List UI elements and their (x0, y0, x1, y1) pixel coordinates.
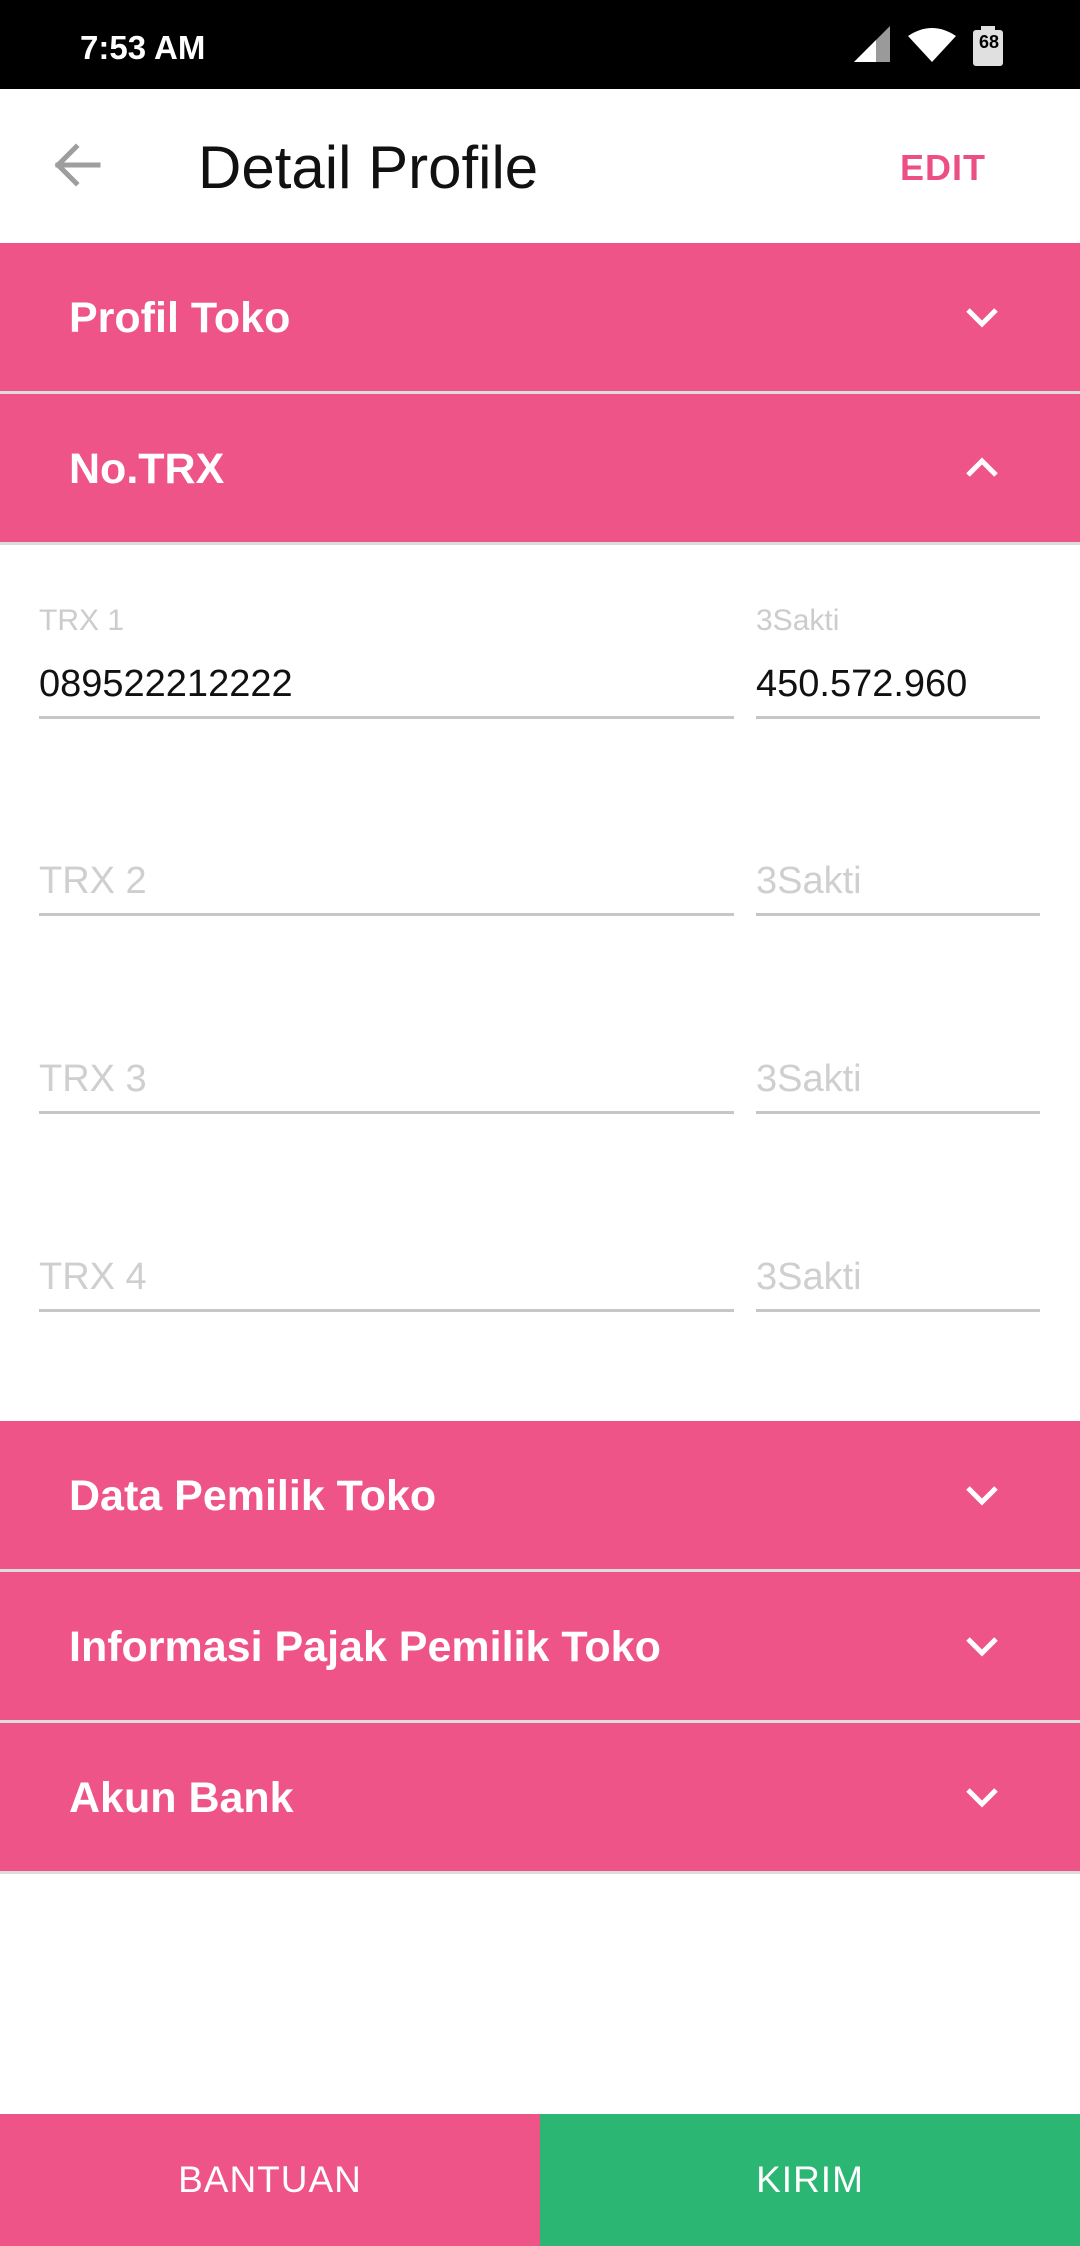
help-button[interactable]: BANTUAN (0, 2114, 540, 2246)
trx2-underline (39, 913, 734, 916)
back-button[interactable] (48, 135, 108, 195)
edit-button[interactable]: EDIT (900, 89, 986, 243)
section-data-pemilik-toko[interactable]: Data Pemilik Toko (0, 1421, 1080, 1569)
section-label: No.TRX (69, 445, 225, 493)
chevron-down-icon (966, 1486, 998, 1506)
section-label: Akun Bank (69, 1774, 294, 1822)
section-label: Informasi Pajak Pemilik Toko (69, 1623, 661, 1671)
sakti1-label: 3Sakti (756, 604, 840, 637)
trx4-field[interactable]: TRX 4 (39, 1256, 147, 1299)
wifi-icon (908, 28, 956, 62)
app-bar: Detail Profile EDIT (0, 89, 1080, 243)
sakti2-underline (756, 913, 1040, 916)
trx4-underline (39, 1309, 734, 1312)
section-label: Data Pemilik Toko (69, 1472, 437, 1520)
section-akun-bank[interactable]: Akun Bank (0, 1723, 1080, 1871)
trx1-underline (39, 716, 734, 719)
sakti4-field[interactable]: 3Sakti (756, 1256, 862, 1299)
battery-level: 68 (978, 32, 1000, 52)
sakti1-field[interactable]: 450.572.960 (756, 663, 967, 706)
arrow-left-icon (54, 143, 101, 187)
page-title: Detail Profile (198, 134, 539, 201)
trx2-field[interactable]: TRX 2 (39, 860, 147, 903)
sakti2-field[interactable]: 3Sakti (756, 860, 862, 903)
divider (0, 542, 1080, 545)
sakti3-underline (756, 1111, 1040, 1114)
send-button[interactable]: KIRIM (540, 2114, 1080, 2246)
sakti1-underline (756, 716, 1040, 719)
status-bar: 7:53 AM 68 (0, 0, 1080, 89)
chevron-down-icon (966, 308, 998, 328)
section-informasi-pajak[interactable]: Informasi Pajak Pemilik Toko (0, 1572, 1080, 1720)
trx3-field[interactable]: TRX 3 (39, 1058, 147, 1101)
trx3-underline (39, 1111, 734, 1114)
chevron-down-icon (966, 1788, 998, 1808)
sakti3-field[interactable]: 3Sakti (756, 1058, 862, 1101)
section-profil-toko[interactable]: Profil Toko (0, 243, 1080, 391)
status-time: 7:53 AM (80, 29, 206, 66)
section-no-trx[interactable]: No.TRX (0, 394, 1080, 542)
chevron-down-icon (966, 1637, 998, 1657)
signal-icon (854, 26, 890, 62)
divider (0, 1871, 1080, 1874)
trx1-field[interactable]: 089522212222 (39, 663, 293, 706)
sakti4-underline (756, 1309, 1040, 1312)
section-label: Profil Toko (69, 294, 291, 342)
trx1-label: TRX 1 (39, 604, 125, 637)
chevron-up-icon (966, 457, 998, 477)
